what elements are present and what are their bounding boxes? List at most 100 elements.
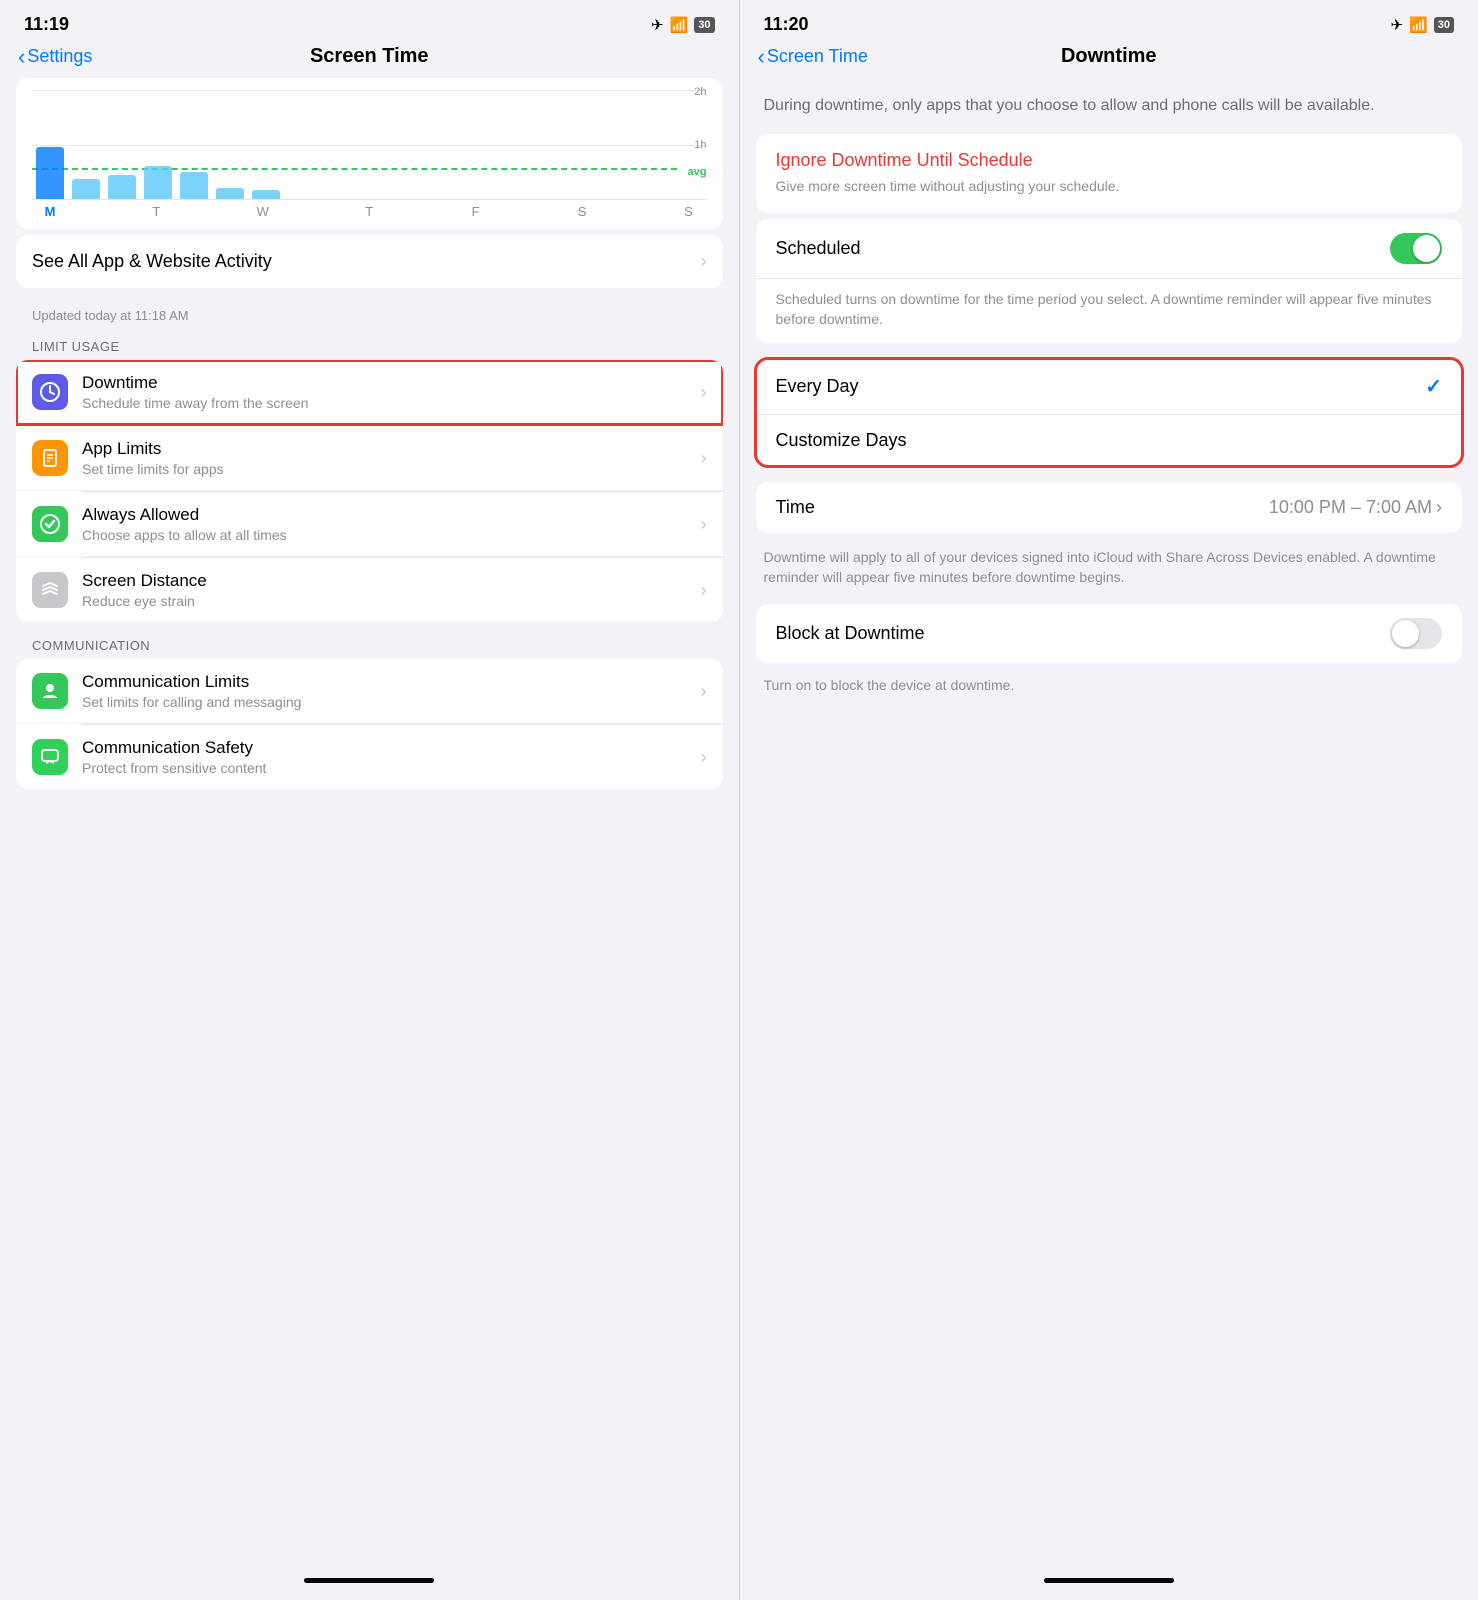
scheduled-label: Scheduled [776, 238, 861, 259]
time-description: Downtime will apply to all of your devic… [740, 539, 1478, 604]
chart-area: 2h 1h avg [32, 90, 707, 200]
comm-limits-text: Communication Limits Set limits for call… [82, 672, 701, 710]
block-downtime-toggle[interactable] [1390, 618, 1442, 649]
comm-safety-title: Communication Safety [82, 738, 701, 758]
list-item-comm-safety[interactable]: Communication Safety Protect from sensit… [16, 725, 723, 789]
app-limits-svg [39, 447, 61, 469]
downtime-title: Downtime [82, 373, 701, 393]
time-label: Time [776, 497, 815, 518]
day-wed: W [249, 204, 277, 219]
screen-distance-icon [32, 572, 68, 608]
status-time-left: 11:19 [24, 14, 69, 35]
day-fri: F [462, 204, 490, 219]
always-allowed-text: Always Allowed Choose apps to allow at a… [82, 505, 701, 543]
list-item-comm-limits[interactable]: Communication Limits Set limits for call… [16, 659, 723, 724]
battery-left: 30 [694, 17, 714, 33]
status-icons-left: ✈ 📶 30 [651, 16, 715, 34]
updated-text: Updated today at 11:18 AM [0, 308, 739, 331]
time-chevron-icon: › [1436, 497, 1442, 518]
always-allowed-icon [32, 506, 68, 542]
time-value: 10:00 PM – 7:00 AM › [1269, 497, 1442, 518]
scheduled-toggle[interactable] [1390, 233, 1442, 264]
limit-usage-header: LIMIT USAGE [0, 331, 739, 360]
left-pane: 11:19 ✈ 📶 30 ‹ Settings Screen Time 2h 1… [0, 0, 739, 1600]
day-tue: T [142, 204, 170, 219]
back-button-settings[interactable]: ‹ Settings [18, 46, 92, 68]
list-item-downtime[interactable]: Downtime Schedule time away from the scr… [16, 360, 723, 425]
downtime-icon [32, 374, 68, 410]
always-allowed-subtitle: Choose apps to allow at all times [82, 527, 701, 543]
day-mon: M [36, 204, 64, 219]
home-bar-right [1044, 1578, 1174, 1583]
bar-chart [32, 90, 284, 199]
communication-header: COMMUNICATION [0, 630, 739, 659]
comm-safety-subtitle: Protect from sensitive content [82, 760, 701, 776]
bar-tue [72, 179, 100, 199]
list-item-screen-distance[interactable]: Screen Distance Reduce eye strain › [16, 558, 723, 622]
back-button-screen-time[interactable]: ‹ Screen Time [758, 46, 868, 68]
downtime-subtitle: Schedule time away from the screen [82, 395, 701, 411]
always-allowed-title: Always Allowed [82, 505, 701, 525]
comm-safety-icon [32, 739, 68, 775]
back-chevron-icon-right: ‹ [758, 46, 765, 68]
ignore-downtime-label: Ignore Downtime Until Schedule [776, 150, 1443, 171]
see-all-row[interactable]: See All App & Website Activity › [16, 235, 723, 288]
day-sun: S [674, 204, 702, 219]
option-every-day[interactable]: Every Day ✓ [756, 359, 1463, 415]
screen-distance-subtitle: Reduce eye strain [82, 593, 701, 609]
chart-label-2h: 2h [694, 86, 706, 98]
status-time-right: 11:20 [764, 14, 809, 35]
back-label-screen-time: Screen Time [767, 46, 868, 67]
time-row[interactable]: Time 10:00 PM – 7:00 AM › [756, 482, 1463, 533]
comm-limits-subtitle: Set limits for calling and messaging [82, 694, 701, 710]
see-all-chevron-icon: › [701, 251, 707, 272]
customize-days-label: Customize Days [776, 430, 907, 451]
right-pane: 11:20 ✈ 📶 30 ‹ Screen Time Downtime Duri… [740, 0, 1478, 1600]
downtime-svg [39, 381, 61, 403]
avg-label: avg [688, 166, 707, 178]
app-limits-title: App Limits [82, 439, 701, 459]
every-day-checkmark-icon: ✓ [1425, 374, 1442, 399]
always-allowed-chevron-icon: › [701, 514, 707, 535]
screen-distance-chevron-icon: › [701, 580, 707, 601]
option-customize-days[interactable]: Customize Days [756, 415, 1463, 466]
always-allowed-svg [39, 513, 61, 535]
back-label-settings: Settings [27, 46, 92, 67]
bar-thu [144, 166, 172, 199]
day-sat: S [568, 204, 596, 219]
comm-limits-icon [32, 673, 68, 709]
every-day-label: Every Day [776, 376, 859, 397]
ignore-downtime-card[interactable]: Ignore Downtime Until Schedule Give more… [756, 134, 1463, 213]
communication-list: Communication Limits Set limits for call… [16, 659, 723, 789]
list-item-always-allowed[interactable]: Always Allowed Choose apps to allow at a… [16, 492, 723, 557]
options-card: Every Day ✓ Customize Days [756, 359, 1463, 466]
app-limits-icon [32, 440, 68, 476]
see-all-label: See All App & Website Activity [32, 251, 272, 272]
bar-wed [108, 175, 136, 199]
scheduled-toggle-row[interactable]: Scheduled [756, 219, 1463, 279]
chart-days-row: M T W T F S S [32, 200, 707, 219]
home-indicator-right [740, 1566, 1478, 1600]
screen-distance-title: Screen Distance [82, 571, 701, 591]
day-thu: T [355, 204, 383, 219]
scheduled-desc-card: Scheduled turns on downtime for the time… [756, 279, 1463, 344]
status-bar-left: 11:19 ✈ 📶 30 [0, 0, 739, 39]
limit-usage-list: Downtime Schedule time away from the scr… [16, 360, 723, 622]
block-downtime-card[interactable]: Block at Downtime [756, 604, 1463, 663]
list-item-app-limits[interactable]: App Limits Set time limits for apps › [16, 426, 723, 491]
wifi-icon: 📶 [670, 16, 689, 34]
ignore-downtime-subtext: Give more screen time without adjusting … [776, 177, 1443, 197]
comm-safety-text: Communication Safety Protect from sensit… [82, 738, 701, 776]
screen-distance-text: Screen Distance Reduce eye strain [82, 571, 701, 609]
app-limits-subtitle: Set time limits for apps [82, 461, 701, 477]
battery-right: 30 [1434, 17, 1454, 33]
status-icons-right: ✈ 📶 30 [1390, 16, 1454, 34]
bar-fri [180, 172, 208, 199]
downtime-text: Downtime Schedule time away from the scr… [82, 373, 701, 411]
bar-sat [216, 188, 244, 199]
app-limits-text: App Limits Set time limits for apps [82, 439, 701, 477]
page-title-right: Downtime [1061, 45, 1157, 68]
airplane-icon: ✈ [651, 16, 664, 34]
downtime-chevron-icon: › [701, 382, 707, 403]
chart-label-1h: 1h [694, 139, 706, 151]
